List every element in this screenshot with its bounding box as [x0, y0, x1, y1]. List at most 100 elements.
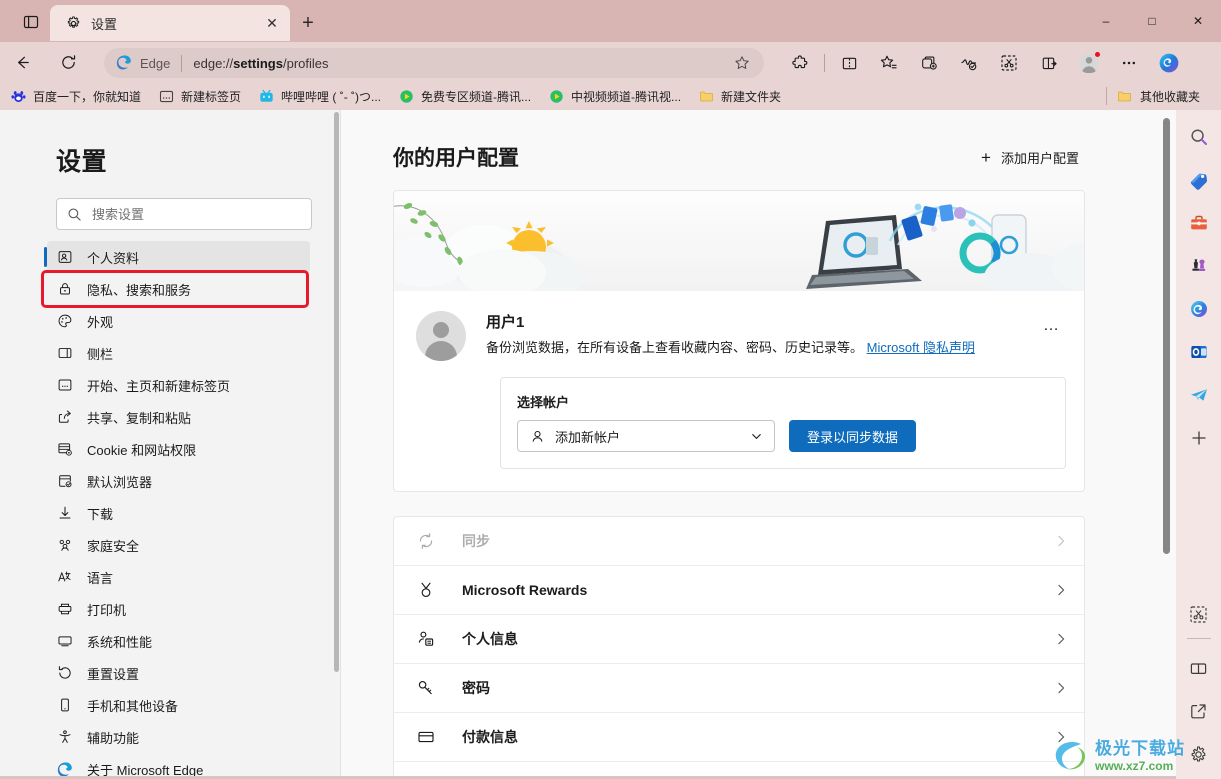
row-sync[interactable]: 同步	[394, 517, 1084, 566]
collections-icon[interactable]	[914, 48, 944, 78]
sidebar-item-default-browser[interactable]: 默认浏览器	[47, 465, 310, 497]
maximize-button[interactable]: □	[1129, 0, 1175, 42]
row-label: Microsoft Rewards	[462, 582, 588, 598]
sidebar-item-family-safety[interactable]: 家庭安全	[47, 529, 310, 561]
split-screen-icon[interactable]	[834, 48, 864, 78]
chevron-right-icon	[1054, 632, 1068, 646]
omnibox-brand-label: Edge	[140, 55, 171, 71]
accessibility-icon	[56, 728, 74, 746]
settings-page: 设置 个人资料 隐私、搜索和服务	[0, 110, 1176, 779]
bookmark-item[interactable]: 百度一下，你就知道	[3, 84, 148, 108]
profile-more-options-icon[interactable]: …	[1036, 311, 1066, 341]
signin-box: 选择帐户 添加新帐户 登录以同步数据	[500, 377, 1066, 469]
sidebar-item-reset-settings[interactable]: 重置设置	[47, 657, 310, 689]
sidebar-settings-icon[interactable]	[1183, 738, 1215, 770]
back-icon[interactable]	[6, 46, 38, 78]
row-microsoft-rewards[interactable]: Microsoft Rewards	[394, 566, 1084, 615]
rewards-medal-icon	[416, 580, 436, 600]
read-aloud-icon[interactable]	[1034, 48, 1064, 78]
sidebar-item-phone-other-devices[interactable]: 手机和其他设备	[47, 689, 310, 721]
profile-avatar-icon[interactable]	[1074, 48, 1104, 78]
minimize-button[interactable]: –	[1083, 0, 1129, 42]
signin-sync-button[interactable]: 登录以同步数据	[789, 420, 917, 452]
bookmark-item[interactable]: 哔哩哔哩 ( ˚- ˚)つ...	[251, 84, 388, 108]
extensions-icon[interactable]	[785, 48, 815, 78]
games-icon[interactable]	[1183, 250, 1215, 282]
sidebar-item-label: 语言	[87, 570, 114, 586]
other-favorites-folder[interactable]: 其他收藏夹	[1110, 84, 1207, 108]
tab-strip: 设置 ✕ + – □ ✕	[0, 0, 1221, 42]
profile-card: 用户1 备份浏览数据，在所有设备上查看收藏内容、密码、历史记录等。 Micros…	[393, 190, 1085, 492]
person-icon	[530, 429, 545, 444]
privacy-statement-link[interactable]: Microsoft 隐私声明	[867, 340, 975, 355]
search-settings-box[interactable]	[56, 198, 312, 230]
plus-icon: +	[981, 147, 991, 167]
tab-list-icon[interactable]	[18, 10, 44, 34]
open-external-icon[interactable]	[1183, 695, 1215, 727]
row-payment-info[interactable]: 付款信息	[394, 713, 1084, 762]
favorite-star-icon[interactable]	[730, 51, 754, 75]
add-sidebar-app-icon[interactable]	[1183, 422, 1215, 454]
printer-icon	[56, 600, 74, 618]
sidebar-item-share-copy-paste[interactable]: 共享、复制和粘贴	[47, 401, 310, 433]
sidebar-scrollbar[interactable]	[334, 112, 339, 752]
favorites-icon[interactable]	[874, 48, 904, 78]
more-options-icon[interactable]	[1114, 48, 1144, 78]
bookmark-folder[interactable]: 新建文件夹	[691, 84, 788, 108]
sidebar-item-start-home-newtab[interactable]: 开始、主页和新建标签页	[47, 369, 310, 401]
bookmark-label: 新建标签页	[181, 89, 242, 104]
tencent-video-favicon	[548, 88, 564, 104]
browser-tab[interactable]: 设置 ✕	[50, 5, 290, 41]
row-label: 付款信息	[462, 729, 518, 745]
sidebar-item-profiles[interactable]: 个人资料	[44, 241, 310, 273]
copilot-icon[interactable]	[1154, 48, 1184, 78]
address-bar[interactable]: Edge edge://settings/profiles	[104, 48, 764, 78]
sidebar-item-system-performance[interactable]: 系统和性能	[47, 625, 310, 657]
bookmark-item[interactable]: 中视频频道-腾讯视...	[541, 84, 688, 108]
screenshot-scissors-icon[interactable]	[1183, 598, 1215, 630]
tools-briefcase-icon[interactable]	[1183, 207, 1215, 239]
bookmark-label: 免费专区频道-腾讯...	[421, 89, 532, 104]
sidebar-item-privacy-search-services[interactable]: 隐私、搜索和服务	[41, 270, 309, 308]
bookmarks-bar: 百度一下，你就知道 新建标签页 哔哩哔哩 ( ˚- ˚)つ... 免费专区频道-…	[0, 82, 1221, 110]
sidebar-item-label: 侧栏	[87, 346, 114, 362]
shopping-tag-icon[interactable]	[1183, 164, 1215, 196]
main-header: 你的用户配置 + 添加用户配置	[393, 142, 1085, 172]
sync-icon	[416, 531, 436, 551]
sidebar-item-languages[interactable]: 语言	[47, 561, 310, 593]
system-performance-icon	[56, 632, 74, 650]
download-icon	[56, 504, 74, 522]
appearance-palette-icon	[56, 312, 74, 330]
browser-essentials-icon[interactable]	[954, 48, 984, 78]
close-tab-icon[interactable]: ✕	[260, 11, 284, 35]
profile-hero-illustration	[394, 191, 1084, 291]
sidebar-item-label: 默认浏览器	[87, 474, 153, 490]
row-passwords[interactable]: 密码	[394, 664, 1084, 713]
bookmark-item[interactable]: 免费专区频道-腾讯...	[391, 84, 538, 108]
sidebar-item-sidebar[interactable]: 侧栏	[47, 337, 310, 369]
main-scrollbar[interactable]	[1163, 114, 1170, 774]
sidebar-item-printers[interactable]: 打印机	[47, 593, 310, 625]
sidebar-item-cookies-permissions[interactable]: Cookie 和网站权限	[47, 433, 310, 465]
outlook-icon[interactable]	[1183, 336, 1215, 368]
omnibox-divider	[181, 54, 183, 72]
screenshot-icon[interactable]	[994, 48, 1024, 78]
close-window-button[interactable]: ✕	[1175, 0, 1221, 42]
search-icon[interactable]	[1183, 121, 1215, 153]
copilot-designer-icon[interactable]	[1183, 293, 1215, 325]
bookmark-item[interactable]: 新建标签页	[151, 84, 248, 108]
default-browser-icon	[56, 472, 74, 490]
search-input[interactable]	[92, 206, 311, 222]
account-select[interactable]: 添加新帐户	[517, 420, 775, 452]
refresh-icon[interactable]	[52, 46, 84, 78]
profile-name: 用户1	[486, 314, 525, 331]
new-tab-button[interactable]: +	[294, 9, 322, 37]
sidebar-item-appearance[interactable]: 外观	[47, 305, 310, 337]
sidebar-item-downloads[interactable]: 下载	[47, 497, 310, 529]
sidebar-item-label: 开始、主页和新建标签页	[87, 378, 231, 394]
sidebar-item-accessibility[interactable]: 辅助功能	[47, 721, 310, 753]
add-profile-button[interactable]: + 添加用户配置	[975, 143, 1085, 172]
split-screen-icon[interactable]	[1183, 652, 1215, 684]
row-personal-info[interactable]: 个人信息	[394, 615, 1084, 664]
telegram-icon[interactable]	[1183, 379, 1215, 411]
